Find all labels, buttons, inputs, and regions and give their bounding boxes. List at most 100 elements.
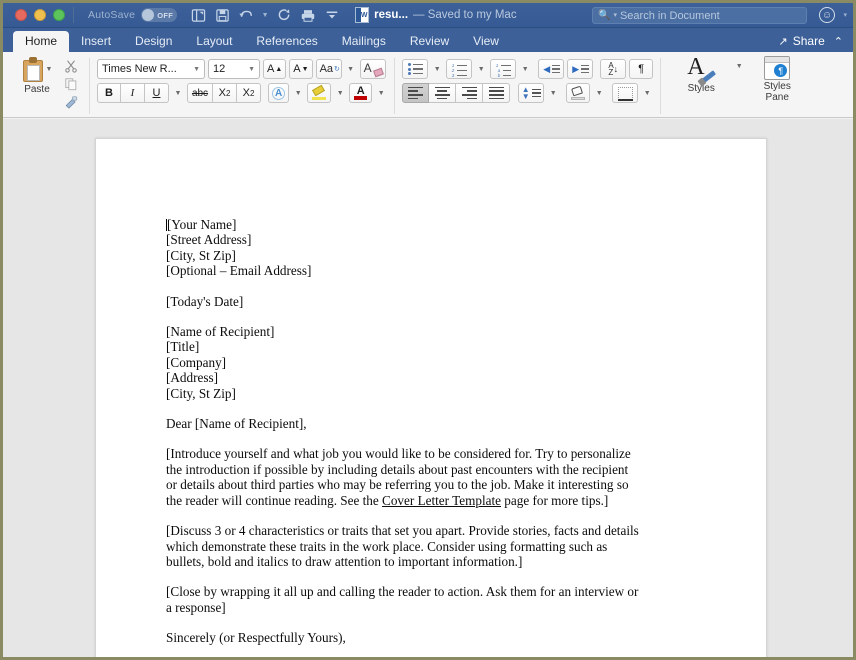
sender-line-2: [Street Address] [166,232,252,248]
tab-insert[interactable]: Insert [69,31,123,52]
tab-review[interactable]: Review [398,31,461,52]
paste-icon [22,57,44,82]
shading-dropdown-icon[interactable]: ▼ [593,90,605,97]
tab-home[interactable]: Home [13,31,70,52]
paste-dropdown-icon[interactable]: ▼ [46,66,53,73]
print-icon[interactable] [297,5,319,25]
document-page[interactable]: [Your Name] [Street Address] [City, St Z… [95,138,767,657]
undo-dropdown-icon[interactable]: ▼ [259,5,271,25]
maximize-button[interactable] [53,9,65,21]
shrink-font-label: A [293,63,301,75]
sender-block: [Your Name] [Street Address] [City, St Z… [166,217,641,279]
strikethrough-button[interactable]: abc [187,83,213,103]
decrease-indent-icon: ◀ [543,63,561,75]
underline-button[interactable]: U [145,83,169,103]
shrink-font-button[interactable]: A ▼ [289,59,313,79]
undo-icon[interactable] [235,5,257,25]
redo-icon[interactable] [273,5,295,25]
tab-mailings[interactable]: Mailings [330,31,398,52]
tab-layout[interactable]: Layout [184,31,244,52]
document-canvas[interactable]: [Your Name] [Street Address] [City, St Z… [3,119,853,657]
align-left-button[interactable] [402,83,430,103]
numbering-dropdown-icon[interactable]: ▼ [475,66,487,73]
share-button[interactable]: Share [793,34,825,48]
subscript-button[interactable]: X2 [213,83,237,103]
cut-icon[interactable] [62,58,80,74]
paste-button[interactable]: ▼ Paste [14,55,60,95]
styles-pane-button[interactable]: ¶ Styles Pane [753,55,801,103]
chevron-down-icon: ▼ [193,65,200,73]
show-formatting-marks-button[interactable]: ¶ [629,59,654,79]
highlight-button[interactable] [307,83,332,103]
clear-formatting-label: A [363,61,372,75]
autosave-toggle[interactable]: OFF [141,8,178,22]
styles-button[interactable]: A Styles [677,55,725,94]
search-input[interactable]: 🔍 ▾ Search in Document [592,7,807,24]
group-styles: A Styles ▼ ¶ Styles Pane [663,55,806,115]
document-name[interactable]: resu... [374,9,408,21]
bullets-dropdown-icon[interactable]: ▼ [431,66,443,73]
grow-font-button[interactable]: A ▲ [263,59,287,79]
numbering-button[interactable]: 1 2 3 [446,59,473,79]
justify-button[interactable] [483,83,511,103]
window-controls [9,9,65,21]
font-family-select[interactable]: Times New R... ▼ [97,59,205,79]
align-center-button[interactable] [429,83,457,103]
sort-button[interactable]: A Z ↓ [600,59,627,79]
change-case-dropdown-icon[interactable]: ▼ [345,66,357,73]
clear-formatting-button[interactable]: A [359,59,386,79]
align-right-button[interactable] [456,83,484,103]
font-row-2: B I U ▼ abc X2 X2 A ▼ ▼ A ▼ [97,83,387,103]
decrease-indent-button[interactable]: ◀ [538,59,565,79]
font-size-select[interactable]: 12 ▼ [208,59,260,79]
save-icon[interactable] [211,5,233,25]
sort-icon: A Z ↓ [608,61,619,77]
recipient-line-5: [City, St Zip] [166,385,236,401]
autosave-control[interactable]: AutoSave OFF [88,8,178,22]
title-bar: AutoSave OFF ▼ W resu... — Saved to my M… [3,3,853,28]
paragraph-row-1: ▼ 1 2 3 ▼ 1 a b ▼ ◀ ▶ A Z ↓ ¶ [402,59,654,79]
font-color-dropdown-icon[interactable]: ▼ [375,90,387,97]
borders-dropdown-icon[interactable]: ▼ [641,90,653,97]
feedback-dropdown-icon[interactable]: ▾ [843,11,847,19]
sidebar-icon[interactable] [187,5,209,25]
line-spacing-dropdown-icon[interactable]: ▼ [547,90,559,97]
underline-dropdown-icon[interactable]: ▼ [172,90,184,97]
quick-access-toolbar: ▼ [187,5,343,25]
copy-icon[interactable] [62,76,80,92]
save-status: — Saved to my Mac [413,9,517,21]
multilevel-list-icon: 1 a b [496,63,511,78]
increase-indent-button[interactable]: ▶ [567,59,594,79]
italic-button[interactable]: I [121,83,145,103]
borders-button[interactable] [612,83,639,103]
smiley-icon[interactable]: ☺ [819,7,835,23]
font-style-buttons: B I U [97,83,169,103]
document-text[interactable]: [Your Name] [Street Address] [City, St Z… [96,139,641,646]
bullets-button[interactable] [402,59,429,79]
bold-button[interactable]: B [97,83,121,103]
text-effects-dropdown-icon[interactable]: ▼ [292,90,304,97]
customize-icon[interactable] [321,5,343,25]
divider [660,58,662,114]
close-button[interactable] [15,9,27,21]
minimize-button[interactable] [34,9,46,21]
highlight-dropdown-icon[interactable]: ▼ [334,90,346,97]
multilevel-list-button[interactable]: 1 a b [490,59,517,79]
paste-row: ▼ [22,57,53,82]
styles-dropdown-icon[interactable]: ▼ [733,63,745,70]
multilevel-list-dropdown-icon[interactable]: ▼ [519,66,531,73]
shading-button[interactable] [566,83,591,103]
search-options-icon[interactable]: ▾ [613,12,617,19]
line-spacing-button[interactable]: ▲ ▼ [518,83,545,103]
group-font: Times New R... ▼ 12 ▼ A ▲ A ▼ Aa ↻ ▼ A B… [92,55,392,115]
superscript-button[interactable]: X2 [237,83,261,103]
tab-view[interactable]: View [461,31,511,52]
change-case-button[interactable]: Aa ↻ [315,59,342,79]
font-color-button[interactable]: A [349,83,373,103]
text-effects-button[interactable]: A [268,83,290,103]
collapse-ribbon-icon[interactable]: ⌃ [834,35,843,48]
tab-references[interactable]: References [244,31,329,52]
tab-design[interactable]: Design [123,31,184,52]
cover-letter-template-link[interactable]: Cover Letter Template [382,493,501,508]
format-painter-icon[interactable] [62,94,80,110]
